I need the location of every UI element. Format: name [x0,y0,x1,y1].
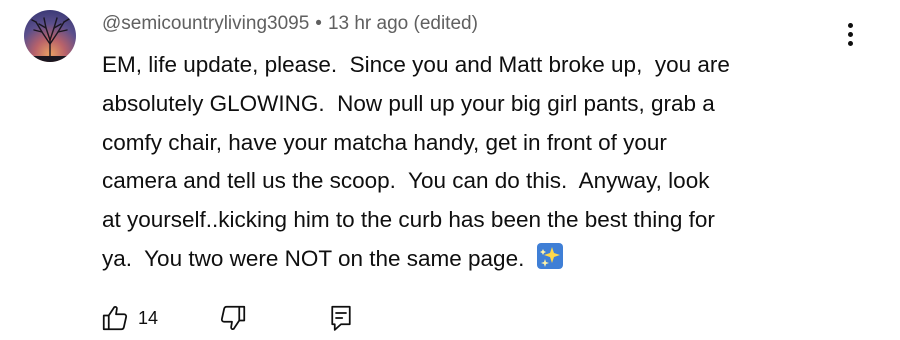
like-count: 14 [138,307,159,328]
sparkle-star-emoji-icon [536,242,563,269]
comment-reply-icon [331,305,351,331]
separator-dot: • [315,13,322,34]
author-name[interactable]: @semicountryliving3095 [102,13,309,34]
reply-button[interactable] [326,298,356,338]
comment-line-last: ya. You two were NOT on the same page. [102,240,842,279]
comment-line: EM, life update, please. Since you and M… [102,52,730,77]
timestamp[interactable]: 13 hr ago (edited) [328,13,478,34]
dislike-button[interactable] [218,298,248,338]
comment-line: camera and tell us the scoop. You can do… [102,168,710,194]
thumbs-up-icon [102,305,128,331]
comment-body: EM, life update, please. Since you and M… [102,46,842,279]
tree-silhouette-icon [24,17,76,62]
comment-line: ya. You two were NOT on the same page. [102,245,531,271]
comment-line: comfy chair, have your matcha handy, get… [102,129,667,155]
comment-header: @semicountryliving3095 • 13 hr ago (edited… [102,13,478,35]
avatar[interactable] [24,10,76,62]
thumbs-down-icon [220,305,246,331]
comment-line: absolutely GLOWING. Now pull up your big… [102,90,715,116]
like-button[interactable]: 14 [100,298,158,338]
comment-thread: @semicountryliving3095 • 13 hr ago (edited… [0,0,900,340]
comment-line: at yourself..kicking him to the curb has… [102,207,715,233]
